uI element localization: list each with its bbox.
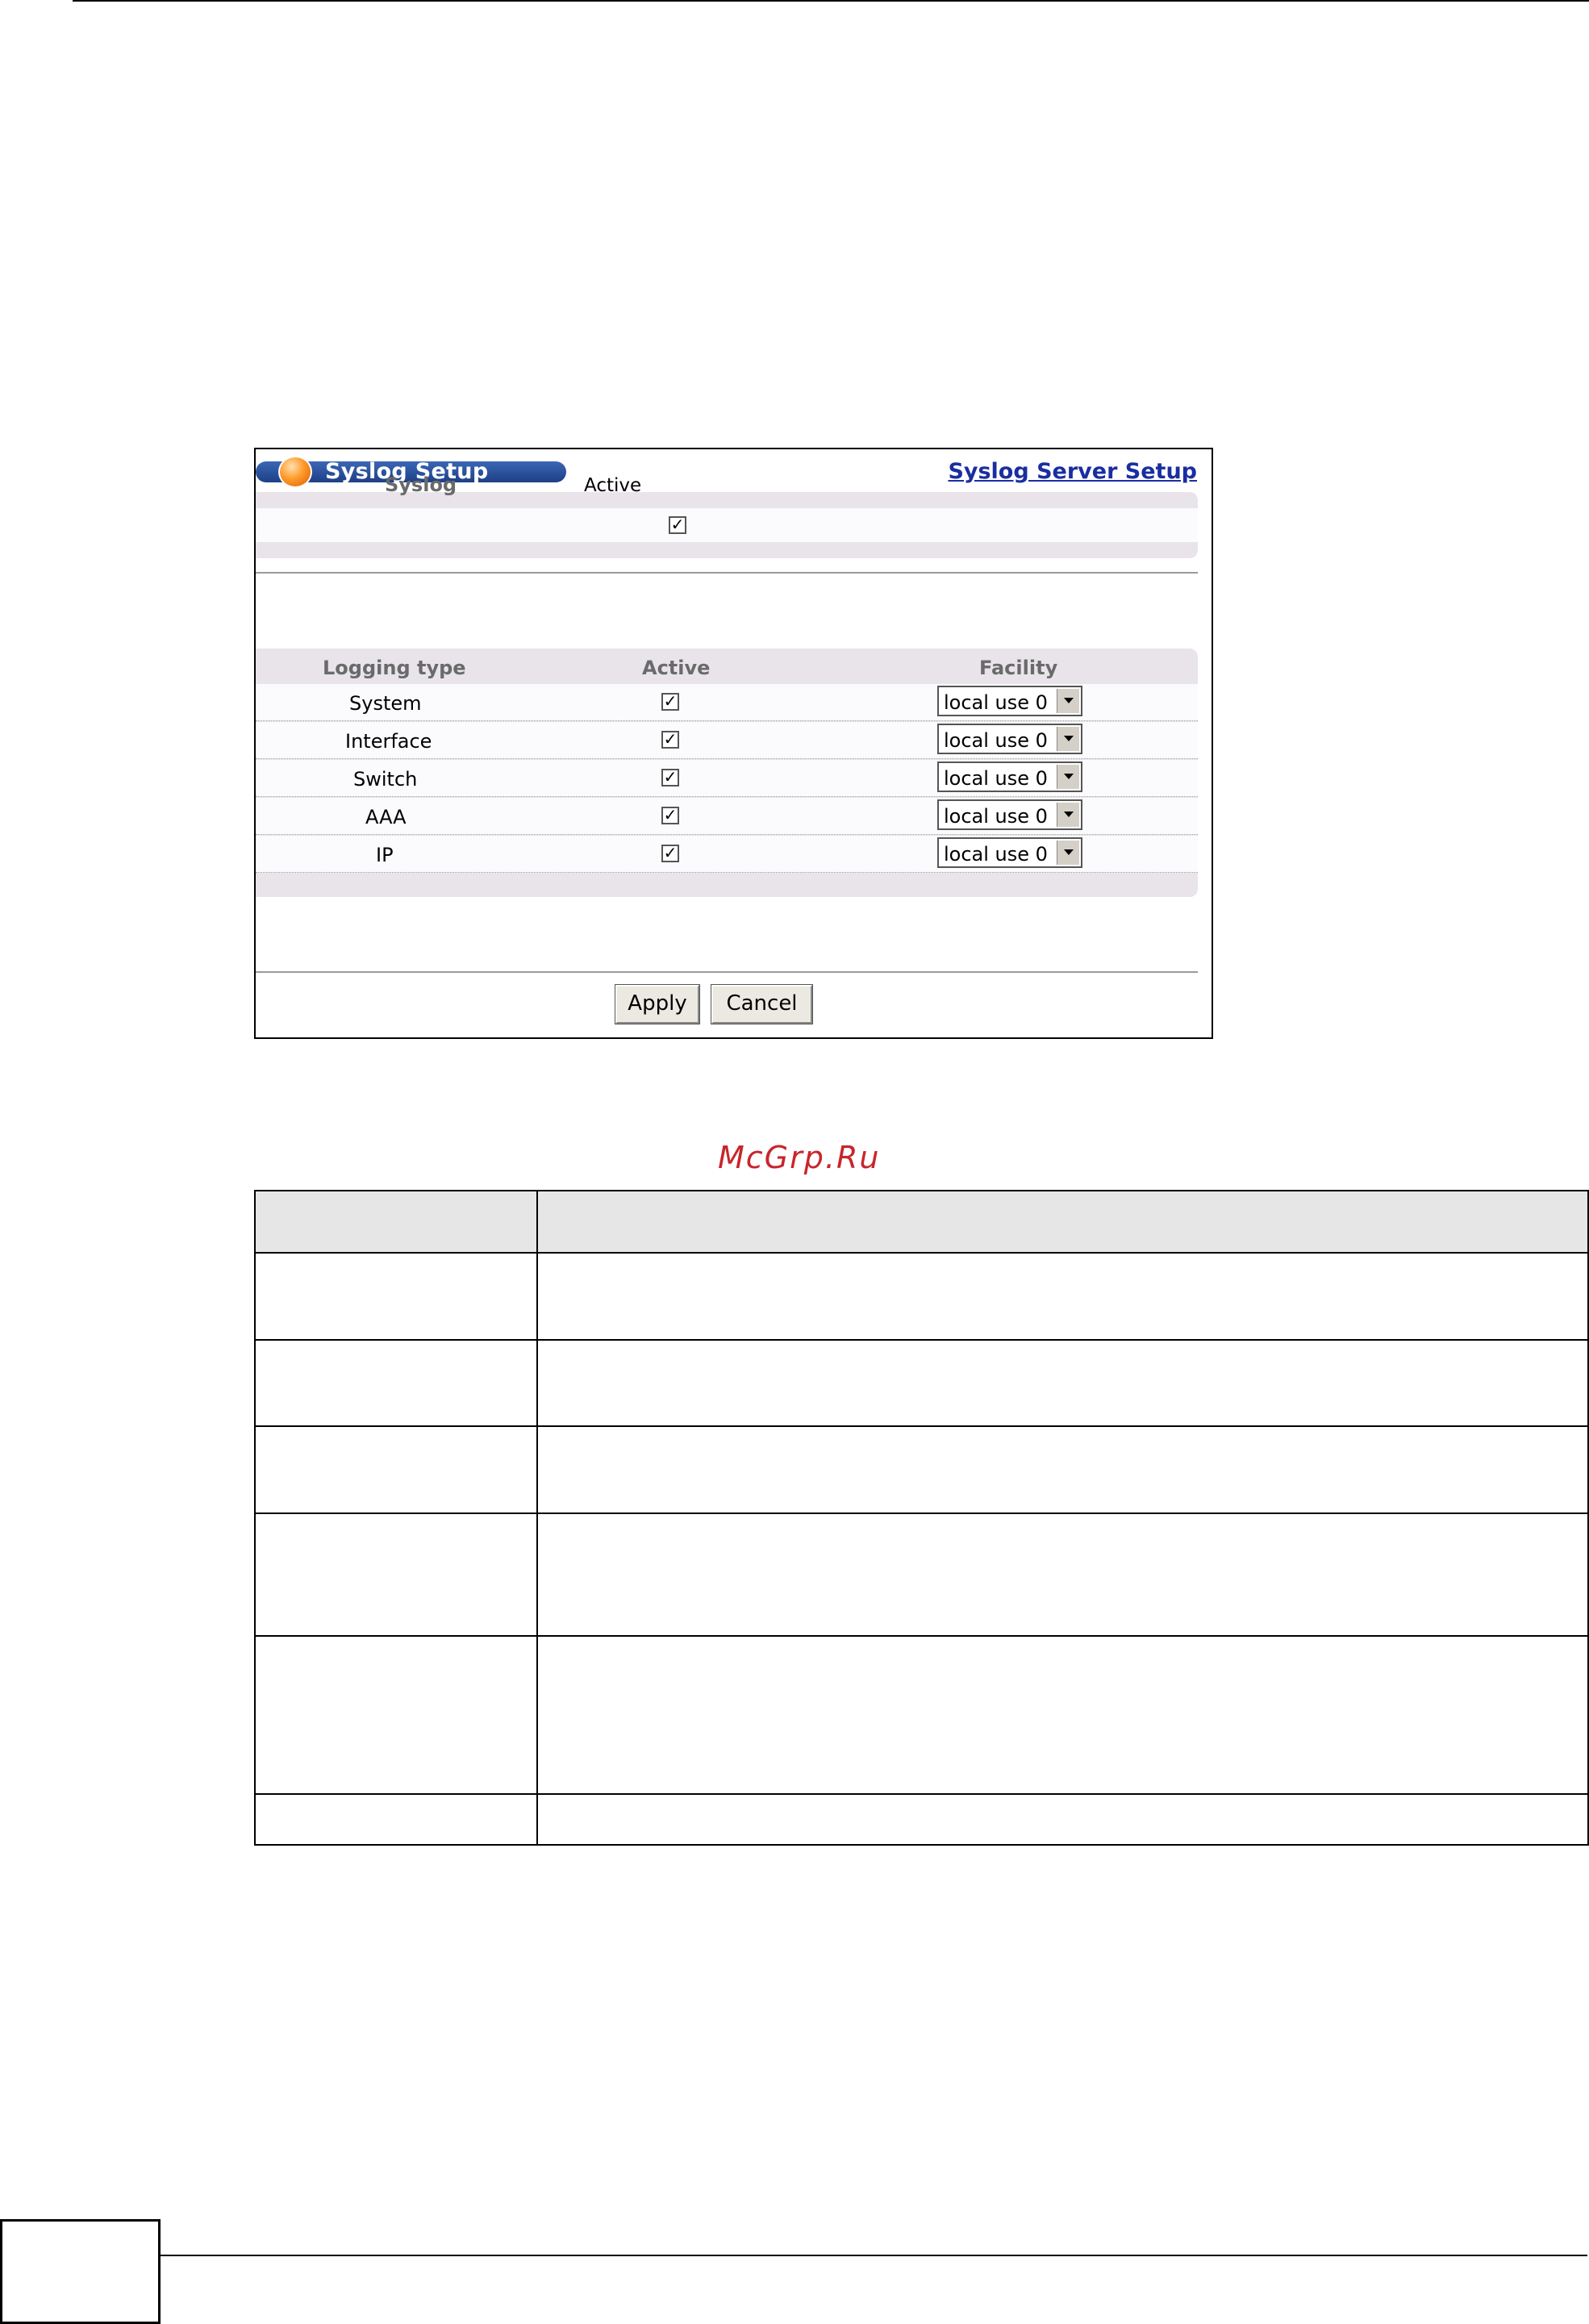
- chevron-down-icon[interactable]: [1057, 689, 1079, 713]
- header-active: Active: [642, 657, 711, 679]
- table-cell: [536, 1425, 1589, 1514]
- table-cell: [536, 1512, 1589, 1637]
- syslog-server-setup-link[interactable]: Syslog Server Setup: [948, 459, 1197, 484]
- table-header-cell: [536, 1190, 1589, 1254]
- table-row: [254, 1512, 1589, 1637]
- table-cell: [536, 1339, 1589, 1427]
- table-cell: [536, 1635, 1589, 1795]
- header-facility: Facility: [979, 657, 1058, 679]
- logging-type-label: AAA: [365, 806, 407, 828]
- check-icon: ✓: [663, 767, 678, 786]
- facility-value: local use 0: [944, 767, 1048, 790]
- syslog-setup-panel: Syslog Setup Syslog Server Setup Syslog …: [254, 448, 1213, 1039]
- table-cell: [254, 1635, 538, 1795]
- syslog-label: Syslog: [385, 474, 457, 496]
- syslog-section: [256, 492, 1198, 558]
- table-row: [254, 1793, 1589, 1846]
- apply-button[interactable]: Apply: [615, 984, 700, 1024]
- facility-value: local use 0: [944, 729, 1048, 752]
- logging-row-switch: Switch ✓ local use 0: [256, 760, 1198, 797]
- check-icon: ✓: [663, 691, 678, 711]
- table-row: [254, 1252, 1589, 1341]
- table-cell: [254, 1512, 538, 1637]
- table-cell: [254, 1252, 538, 1341]
- check-icon: ✓: [663, 805, 678, 824]
- table-cell: [254, 1425, 538, 1514]
- check-icon: ✓: [663, 843, 678, 862]
- syslog-row: [256, 508, 1198, 542]
- top-rule: [73, 0, 1589, 2]
- cancel-button[interactable]: Cancel: [711, 984, 813, 1024]
- system-active-checkbox[interactable]: ✓: [661, 693, 679, 711]
- page-number-box: [0, 2219, 161, 2324]
- chevron-down-icon[interactable]: [1057, 765, 1079, 789]
- table-row: [254, 1425, 1589, 1514]
- aaa-active-checkbox[interactable]: ✓: [661, 807, 679, 824]
- watermark: McGrp.Ru: [718, 1140, 881, 1175]
- syslog-active-label: Active: [584, 475, 642, 496]
- bottom-rule: [160, 2255, 1587, 2256]
- chevron-down-icon[interactable]: [1057, 841, 1079, 865]
- logging-row-aaa: AAA ✓ local use 0: [256, 798, 1198, 835]
- table-row: [254, 1635, 1589, 1795]
- orange-orb-icon: [278, 456, 312, 488]
- table-cell: [536, 1252, 1589, 1341]
- ip-facility-select[interactable]: local use 0: [937, 837, 1082, 868]
- divider: [256, 572, 1198, 574]
- facility-value: local use 0: [944, 805, 1048, 828]
- aaa-facility-select[interactable]: local use 0: [937, 799, 1082, 830]
- system-facility-select[interactable]: local use 0: [937, 686, 1082, 716]
- switch-facility-select[interactable]: local use 0: [937, 761, 1082, 792]
- facility-value: local use 0: [944, 691, 1048, 714]
- check-icon: ✓: [670, 515, 685, 534]
- logging-type-label: Interface: [345, 730, 432, 753]
- logging-row-interface: Interface ✓ local use 0: [256, 722, 1198, 759]
- table-cell: [254, 1793, 538, 1846]
- switch-active-checkbox[interactable]: ✓: [661, 769, 679, 786]
- description-table: [254, 1190, 1589, 1846]
- interface-facility-select[interactable]: local use 0: [937, 724, 1082, 754]
- facility-value: local use 0: [944, 843, 1048, 866]
- table-cell: [536, 1793, 1589, 1846]
- divider: [256, 971, 1198, 973]
- syslog-active-checkbox[interactable]: ✓: [669, 516, 686, 534]
- table-cell: [254, 1339, 538, 1427]
- table-header-row: [254, 1190, 1589, 1254]
- logging-type-label: IP: [376, 844, 394, 866]
- chevron-down-icon[interactable]: [1057, 727, 1079, 751]
- chevron-down-icon[interactable]: [1057, 803, 1079, 827]
- ip-active-checkbox[interactable]: ✓: [661, 845, 679, 862]
- logging-row-ip: IP ✓ local use 0: [256, 836, 1198, 873]
- interface-active-checkbox[interactable]: ✓: [661, 731, 679, 749]
- logging-type-label: System: [349, 692, 422, 715]
- logging-row-system: System ✓ local use 0: [256, 684, 1198, 721]
- header-logging-type: Logging type: [323, 657, 466, 679]
- check-icon: ✓: [663, 729, 678, 749]
- table-row: [254, 1339, 1589, 1427]
- logging-type-label: Switch: [353, 768, 418, 791]
- table-header-cell: [254, 1190, 538, 1254]
